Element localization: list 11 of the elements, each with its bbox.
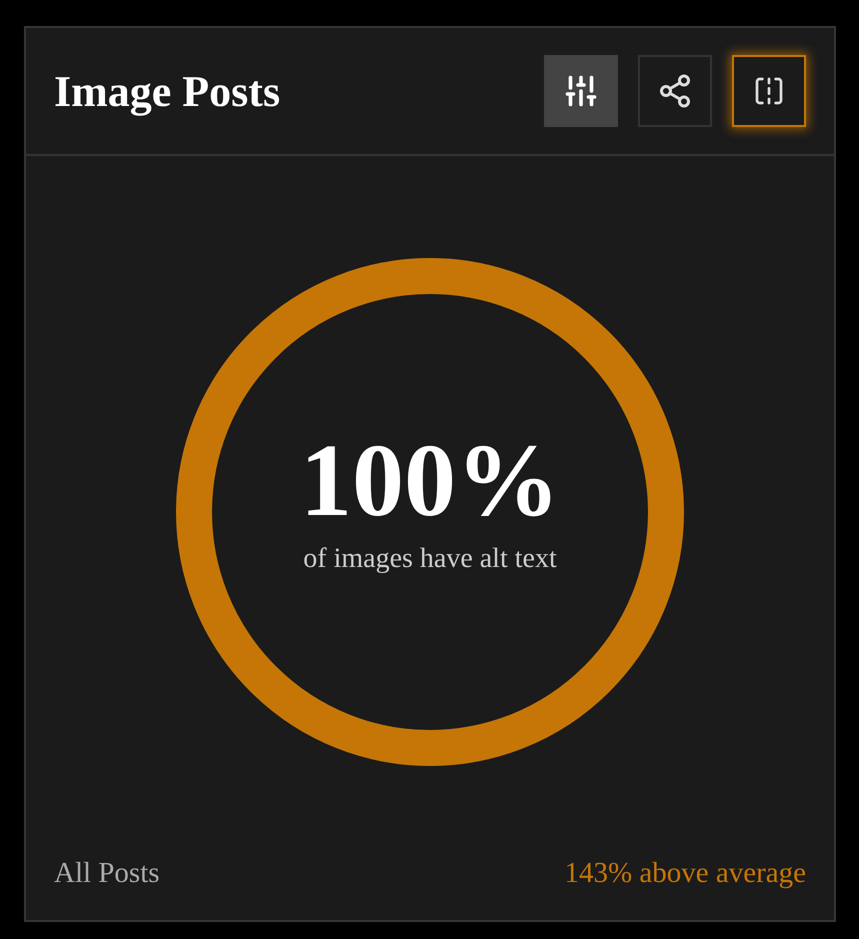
compare-button[interactable] bbox=[732, 55, 806, 127]
share-button[interactable] bbox=[638, 55, 712, 127]
split-view-icon bbox=[753, 75, 785, 107]
card-title: Image Posts bbox=[54, 66, 280, 116]
share-icon bbox=[657, 73, 693, 109]
footer-label: All Posts bbox=[54, 857, 160, 890]
percentage-value: 100% bbox=[300, 428, 560, 532]
sliders-icon bbox=[563, 73, 599, 109]
filter-button[interactable] bbox=[544, 55, 618, 127]
ring-caption: of images have alt text bbox=[303, 542, 557, 574]
comparison-text: 143% above average bbox=[564, 857, 806, 890]
